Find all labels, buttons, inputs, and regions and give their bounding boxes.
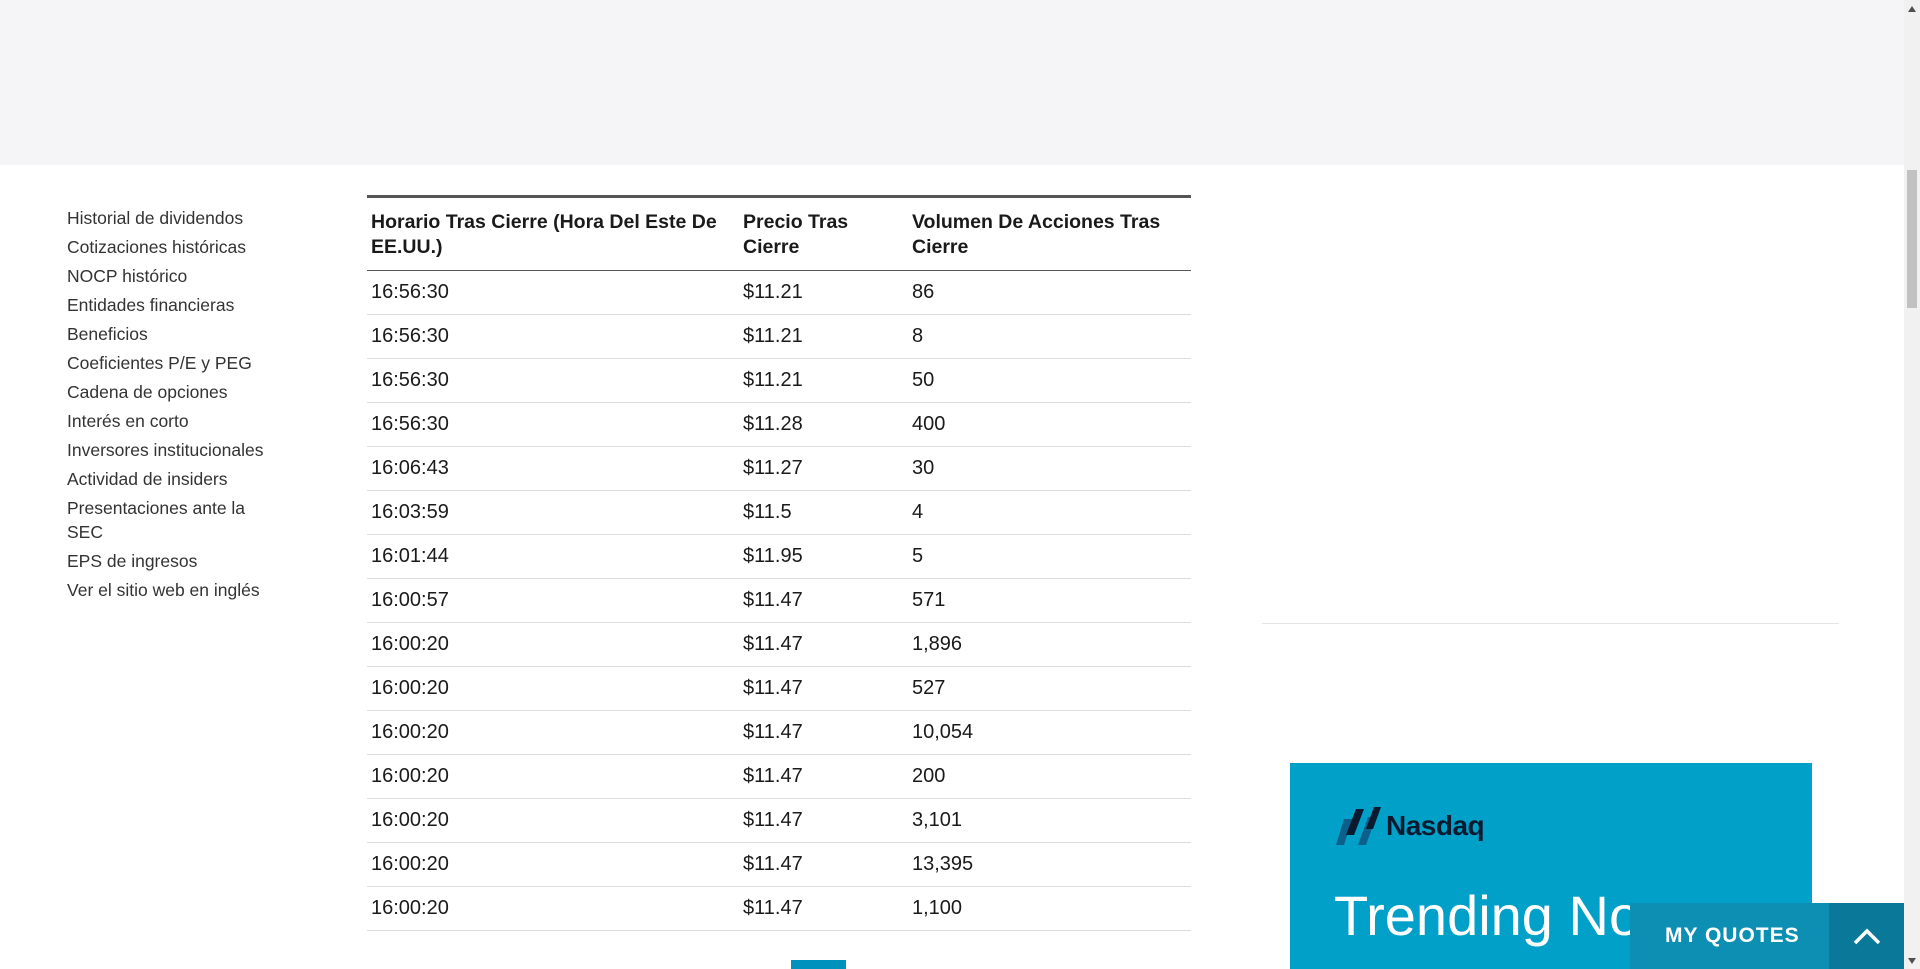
cell-price: $11.5 <box>739 490 908 535</box>
table-row: 16:00:57 $11.47 571 <box>367 578 1191 623</box>
promo-headline: Trending No <box>1334 884 1641 947</box>
scrollbar-thumb[interactable] <box>1907 170 1917 308</box>
table-row: 16:00:20 $11.47 527 <box>367 666 1191 711</box>
cell-volume: 200 <box>908 754 1191 799</box>
cell-time: 16:03:59 <box>367 490 739 535</box>
cell-time: 16:00:20 <box>367 754 739 799</box>
cell-volume: 1,896 <box>908 622 1191 667</box>
table-row: 16:00:20 $11.47 3,101 <box>367 798 1191 843</box>
cell-volume: 13,395 <box>908 842 1191 887</box>
cell-price: $11.27 <box>739 446 908 491</box>
cell-volume: 8 <box>908 314 1191 359</box>
nav-item[interactable]: Beneficios <box>67 322 282 346</box>
table-row: 16:00:20 $11.47 1,896 <box>367 622 1191 667</box>
nav-item[interactable]: Cotizaciones históricas <box>67 235 282 259</box>
table-row: 16:56:30 $11.28 400 <box>367 402 1191 447</box>
table-row: 16:03:59 $11.5 4 <box>367 490 1191 535</box>
nav-item[interactable]: Ver el sitio web en inglés <box>67 578 282 602</box>
cell-time: 16:00:57 <box>367 578 739 623</box>
scroll-down-arrow-icon[interactable] <box>1904 952 1920 969</box>
cell-time: 16:00:20 <box>367 886 739 931</box>
pagination-active-page[interactable] <box>791 960 846 969</box>
cell-volume: 86 <box>908 270 1191 315</box>
cell-price: $11.47 <box>739 578 908 623</box>
table-row: 16:00:20 $11.47 10,054 <box>367 710 1191 755</box>
nasdaq-brand-text: Nasdaq <box>1386 810 1485 841</box>
my-quotes-label[interactable]: MY QUOTES <box>1630 924 1829 948</box>
cell-price: $11.95 <box>739 534 908 579</box>
sidebar-divider <box>1262 623 1839 624</box>
cell-price: $11.47 <box>739 754 908 799</box>
header-time: Horario Tras Cierre (Hora Del Este De EE… <box>367 196 739 271</box>
nav-item[interactable]: NOCP histórico <box>67 264 282 288</box>
nav-item[interactable]: Actividad de insiders <box>67 467 282 491</box>
nav-item[interactable]: Coeficientes P/E y PEG <box>67 351 282 375</box>
header-volume: Volumen De Acciones Tras Cierre <box>908 196 1191 271</box>
cell-price: $11.47 <box>739 798 908 843</box>
nav-item[interactable]: Inversores institucionales <box>67 438 282 462</box>
cell-time: 16:00:20 <box>367 666 739 711</box>
cell-time: 16:56:30 <box>367 358 739 403</box>
table-body: 16:56:30 $11.21 86 16:56:30 $11.21 8 16:56:30 $… <box>367 270 1191 931</box>
cell-volume: 1,100 <box>908 886 1191 931</box>
cell-price: $11.47 <box>739 710 908 755</box>
table-row: 16:56:30 $11.21 8 <box>367 314 1191 359</box>
cell-volume: 400 <box>908 402 1191 447</box>
cell-price: $11.21 <box>739 314 908 359</box>
table-row: 16:56:30 $11.21 50 <box>367 358 1191 403</box>
cell-time: 16:00:20 <box>367 842 739 887</box>
cell-time: 16:00:20 <box>367 622 739 667</box>
cell-time: 16:00:20 <box>367 710 739 755</box>
cell-price: $11.28 <box>739 402 908 447</box>
nav-item[interactable]: Entidades financieras <box>67 293 282 317</box>
cell-time: 16:56:30 <box>367 314 739 359</box>
nav-item[interactable]: Interés en corto <box>67 409 282 433</box>
cell-time: 16:00:20 <box>367 798 739 843</box>
cell-volume: 527 <box>908 666 1191 711</box>
page-scrollbar[interactable] <box>1904 0 1920 969</box>
cell-time: 16:06:43 <box>367 446 739 491</box>
after-hours-trades-table: Horario Tras Cierre (Hora Del Este De EE… <box>367 195 1191 931</box>
cell-price: $11.21 <box>739 270 908 315</box>
nav-item[interactable]: Cadena de opciones <box>67 380 282 404</box>
ad-banner <box>0 0 1904 165</box>
cell-price: $11.21 <box>739 358 908 403</box>
my-quotes-bar[interactable]: MY QUOTES <box>1630 903 1904 969</box>
cell-time: 16:01:44 <box>367 534 739 579</box>
cell-price: $11.47 <box>739 666 908 711</box>
my-quotes-toggle-button[interactable] <box>1829 903 1904 969</box>
cell-volume: 10,054 <box>908 710 1191 755</box>
nav-item[interactable]: EPS de ingresos <box>67 549 282 573</box>
cell-volume: 571 <box>908 578 1191 623</box>
nav-list: Historial de dividendos Cotizaciones hist… <box>67 206 282 602</box>
nav-item[interactable]: Presentaciones ante la SEC <box>67 496 282 544</box>
table-row: 16:56:30 $11.21 86 <box>367 270 1191 315</box>
cell-volume: 30 <box>908 446 1191 491</box>
cell-time: 16:56:30 <box>367 270 739 315</box>
table-row: 16:06:43 $11.27 30 <box>367 446 1191 491</box>
table-header-row: Horario Tras Cierre (Hora Del Este De EE… <box>367 196 1191 271</box>
cell-price: $11.47 <box>739 622 908 667</box>
after-hours-trades-table-container: Horario Tras Cierre (Hora Del Este De EE… <box>367 195 1191 931</box>
cell-volume: 4 <box>908 490 1191 535</box>
cell-volume: 5 <box>908 534 1191 579</box>
cell-time: 16:56:30 <box>367 402 739 447</box>
cell-price: $11.47 <box>739 886 908 931</box>
table-row: 16:00:20 $11.47 13,395 <box>367 842 1191 887</box>
table-row: 16:00:20 $11.47 200 <box>367 754 1191 799</box>
nav-item[interactable]: Historial de dividendos <box>67 206 282 230</box>
scroll-up-arrow-icon[interactable] <box>1904 0 1920 17</box>
cell-volume: 50 <box>908 358 1191 403</box>
left-sidebar-nav: analistas Historial de dividendosCotizac… <box>67 140 282 607</box>
table-row: 16:01:44 $11.95 5 <box>367 534 1191 579</box>
cell-volume: 3,101 <box>908 798 1191 843</box>
header-price: Precio Tras Cierre <box>739 196 908 271</box>
chevron-up-icon <box>1853 928 1880 945</box>
nasdaq-logo: Nasdaq <box>1334 805 1485 847</box>
cell-price: $11.47 <box>739 842 908 887</box>
table-row: 16:00:20 $11.47 1,100 <box>367 886 1191 931</box>
nasdaq-logo-icon <box>1336 807 1381 845</box>
